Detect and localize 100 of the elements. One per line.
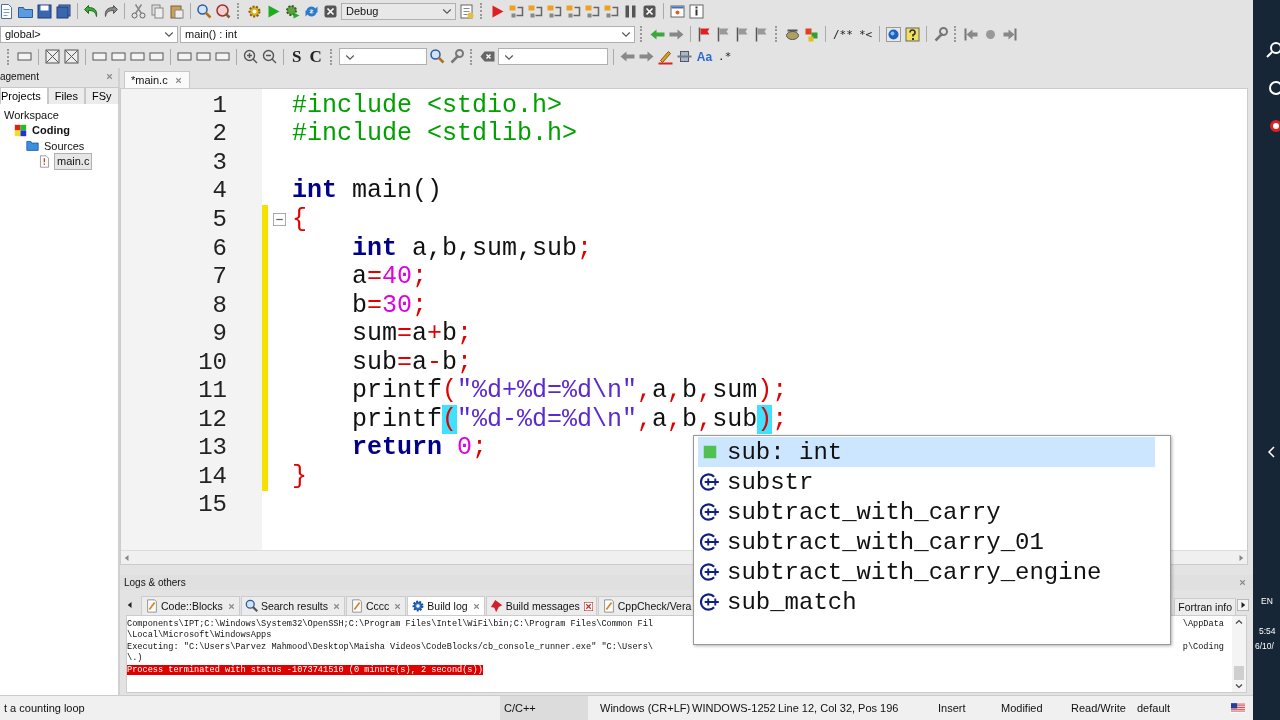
close-icon[interactable] (332, 601, 341, 611)
vertical-scrollbar[interactable] (1232, 616, 1246, 692)
scrollbar-thumb[interactable] (1234, 666, 1244, 680)
floppy-icon[interactable] (36, 2, 53, 20)
code-line: #include <stdlib.h> (291, 119, 578, 149)
crossed-box-icon[interactable] (63, 48, 80, 66)
close-icon[interactable] (471, 601, 481, 611)
input-field[interactable] (497, 48, 608, 66)
autocomplete-item[interactable]: subtract_with_carry (698, 497, 1155, 527)
status-text: t a counting loop (3, 702, 86, 714)
status-text: Line 12, Col 32, Pos 196 (777, 702, 900, 714)
log-line: Executing: "C:\Users\Parvez Mahmood\Desktop\Maisha Videos\CodeBlocks/cb_console_runner.exe" "C:\Users\ (127, 641, 654, 652)
page-icon[interactable] (0, 2, 15, 20)
line-number: 8 (211, 290, 228, 320)
tree-item[interactable]: Workspace (2, 108, 61, 121)
log-tab[interactable]: Search results (240, 596, 345, 615)
toolbar-button[interactable]: Aa (694, 49, 715, 64)
log-line: p\Coding (1182, 641, 1224, 652)
tray-text: 5:54 (1259, 626, 1276, 636)
autocomplete-item[interactable]: subtract_with_carry_engine (698, 557, 1155, 587)
panel-tab[interactable]: Files (47, 87, 85, 105)
copy-icon[interactable] (149, 2, 166, 20)
log-tab[interactable]: Fortran info (1174, 598, 1236, 615)
close-icon[interactable] (583, 601, 593, 611)
code-line: b=30; (351, 290, 428, 320)
gear-icon (411, 599, 426, 613)
tree-item[interactable]: main.c (54, 152, 93, 170)
tray-text: 6/10/ (1255, 641, 1274, 651)
log-tab[interactable]: Code::Blocks (141, 596, 240, 615)
panel-tab[interactable]: FSy (85, 87, 119, 105)
log-tab[interactable]: Build messages (485, 596, 597, 615)
circle-plus-icon (700, 592, 720, 612)
close-icon[interactable] (173, 75, 183, 85)
close-icon[interactable] (105, 71, 114, 81)
undo-icon[interactable] (83, 2, 100, 20)
file-icon (38, 154, 51, 168)
code-line: } (291, 461, 307, 491)
status-text: Windows (CR+LF) (599, 702, 688, 714)
log-tab[interactable]: CppCheck/Vera (597, 596, 696, 615)
input-field[interactable] (338, 48, 427, 66)
flag-icon (1231, 703, 1245, 713)
toolbar-button[interactable]: *< (856, 27, 875, 41)
close-icon[interactable] (1238, 578, 1247, 587)
toolbar-button[interactable]: .* (716, 50, 734, 64)
color-grid-icon (14, 123, 27, 137)
line-number: 15 (197, 490, 228, 520)
panel-title: agement (0, 70, 39, 82)
autocomplete-item[interactable]: substr (698, 467, 1155, 497)
clipboard-icon[interactable] (168, 2, 185, 20)
log-tab[interactable]: Build log (407, 596, 485, 615)
toolbar-button[interactable]: /** (831, 27, 855, 41)
code-line: { (291, 205, 307, 235)
editor-tab[interactable]: *main.c (124, 71, 190, 89)
crossed-box-icon[interactable] (44, 48, 61, 66)
pin-icon (489, 599, 504, 613)
floppies-icon[interactable] (55, 2, 72, 20)
globe-icon[interactable] (885, 25, 903, 43)
redo-icon[interactable] (102, 2, 119, 20)
tree-item[interactable]: Sources (42, 139, 87, 152)
status-text: default (1136, 702, 1172, 714)
panel-title: Logs & others (124, 577, 186, 588)
info-icon[interactable] (688, 2, 705, 20)
toolbar-button[interactable]: C (306, 46, 325, 67)
panel-tab[interactable]: Projects (0, 87, 48, 105)
circle-plus-icon (700, 562, 720, 582)
status-text: Insert (937, 702, 967, 714)
gear-icon[interactable] (284, 2, 301, 20)
function-select[interactable]: main() : int (180, 25, 635, 43)
scope-select[interactable]: global> (0, 25, 178, 43)
line-number: 2 (211, 119, 228, 149)
search-icon[interactable] (196, 2, 213, 20)
autocomplete-item[interactable]: sub_match (698, 587, 1155, 617)
status-text: C/C++ (500, 696, 588, 720)
search-icon[interactable] (215, 2, 232, 20)
line-number: 13 (197, 433, 228, 463)
search-icon[interactable] (428, 48, 446, 66)
autocomplete-item[interactable]: sub: int (698, 437, 1155, 467)
close-icon[interactable] (393, 601, 403, 611)
line-number: 14 (197, 462, 228, 491)
wrench-icon[interactable] (932, 25, 950, 43)
circle-plus-icon (700, 532, 720, 552)
line-number: 7 (211, 262, 228, 291)
line-number: 3 (211, 148, 228, 177)
log-tab[interactable]: Cccc (346, 596, 407, 615)
pencil-icon[interactable] (656, 48, 674, 66)
autocomplete-item[interactable]: subtract_with_carry_01 (698, 527, 1155, 557)
scissors-icon[interactable] (130, 2, 147, 20)
search-icon (244, 599, 259, 613)
tree-item[interactable]: Coding (30, 124, 72, 137)
zoom-in-icon[interactable] (242, 48, 259, 66)
fold-icon[interactable] (272, 213, 286, 226)
document-icon[interactable] (458, 2, 475, 20)
help-icon[interactable] (904, 25, 922, 43)
toolbar-button[interactable]: S (289, 46, 305, 67)
log-line: \Local\Microsoft\WindowsApps (127, 630, 272, 641)
code-line: #include <stdio.h> (291, 90, 563, 120)
close-icon[interactable] (226, 601, 236, 611)
window-icon[interactable] (669, 2, 686, 20)
build-target-select[interactable]: Debug (341, 2, 456, 20)
zoom-out-icon[interactable] (261, 48, 278, 66)
